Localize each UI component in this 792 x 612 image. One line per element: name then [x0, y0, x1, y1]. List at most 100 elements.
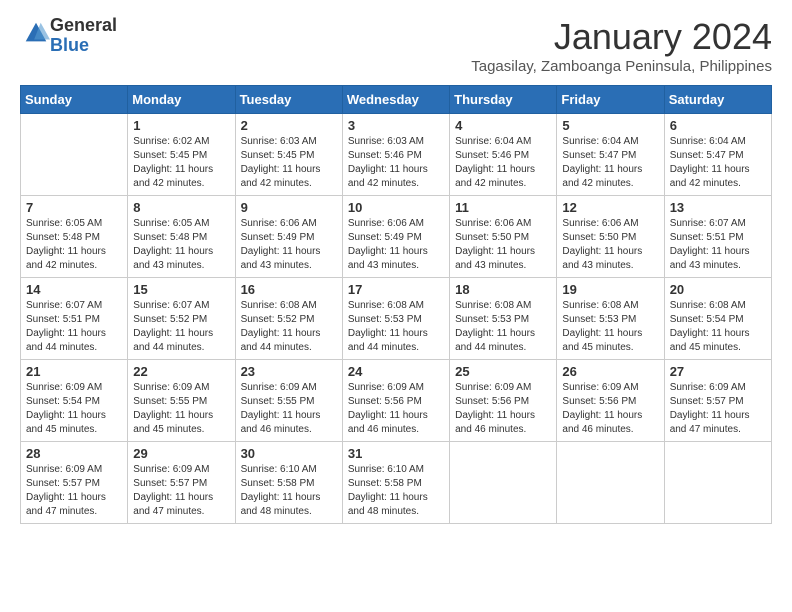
- day-number: 5: [562, 118, 658, 133]
- day-info: Sunrise: 6:09 AM Sunset: 5:56 PM Dayligh…: [455, 381, 551, 437]
- day-info: Sunrise: 6:08 AM Sunset: 5:53 PM Dayligh…: [562, 299, 658, 355]
- day-number: 1: [133, 118, 229, 133]
- calendar-cell: 17 Sunrise: 6:08 AM Sunset: 5:53 PM Dayli…: [342, 278, 449, 360]
- calendar-cell: 24 Sunrise: 6:09 AM Sunset: 5:56 PM Dayli…: [342, 360, 449, 442]
- calendar-cell: [450, 442, 557, 524]
- calendar-cell: 4 Sunrise: 6:04 AM Sunset: 5:46 PM Daylig…: [450, 114, 557, 196]
- calendar-cell: 3 Sunrise: 6:03 AM Sunset: 5:46 PM Daylig…: [342, 114, 449, 196]
- calendar-cell: 14 Sunrise: 6:07 AM Sunset: 5:51 PM Dayli…: [21, 278, 128, 360]
- page-header: General Blue January 2024 Tagasilay, Zam…: [20, 16, 772, 75]
- calendar-cell: 28Sunrise: 6:09 AM Sunset: 5:57 PM Dayli…: [21, 442, 128, 524]
- calendar-cell: 16 Sunrise: 6:08 AM Sunset: 5:52 PM Dayli…: [235, 278, 342, 360]
- calendar-cell: 25 Sunrise: 6:09 AM Sunset: 5:56 PM Dayli…: [450, 360, 557, 442]
- day-number: 4: [455, 118, 551, 133]
- weekday-header: Friday: [557, 86, 664, 114]
- calendar-cell: 6Sunrise: 6:04 AM Sunset: 5:47 PM Daylig…: [664, 114, 771, 196]
- calendar-cell: 7Sunrise: 6:05 AM Sunset: 5:48 PM Daylig…: [21, 196, 128, 278]
- day-info: Sunrise: 6:08 AM Sunset: 5:52 PM Dayligh…: [241, 299, 337, 355]
- day-number: 2: [241, 118, 337, 133]
- day-info: Sunrise: 6:06 AM Sunset: 5:50 PM Dayligh…: [562, 217, 658, 273]
- day-info: Sunrise: 6:10 AM Sunset: 5:58 PM Dayligh…: [241, 463, 337, 519]
- calendar-cell: [21, 114, 128, 196]
- calendar-cell: 29Sunrise: 6:09 AM Sunset: 5:57 PM Dayli…: [128, 442, 235, 524]
- day-number: 9: [241, 200, 337, 215]
- calendar-cell: 21 Sunrise: 6:09 AM Sunset: 5:54 PM Dayli…: [21, 360, 128, 442]
- calendar-cell: 23Sunrise: 6:09 AM Sunset: 5:55 PM Dayli…: [235, 360, 342, 442]
- day-info: Sunrise: 6:03 AM Sunset: 5:45 PM Dayligh…: [241, 135, 337, 191]
- calendar-cell: 30 Sunrise: 6:10 AM Sunset: 5:58 PM Dayli…: [235, 442, 342, 524]
- calendar-week-row: 7 Sunrise: 6:05 AM Sunset: 5:48 PM Daylig…: [21, 196, 772, 278]
- logo-general: General: [50, 15, 117, 35]
- weekday-header: Saturday: [664, 86, 771, 114]
- day-number: 19: [562, 282, 658, 297]
- calendar-cell: 13Sunrise: 6:07 AM Sunset: 5:51 PM Dayli…: [664, 196, 771, 278]
- day-info: Sunrise: 6:08 AM Sunset: 5:53 PM Dayligh…: [455, 299, 551, 355]
- day-info: Sunrise: 6:10 AM Sunset: 5:58 PM Dayligh…: [348, 463, 444, 519]
- calendar-cell: 31 Sunrise: 6:10 AM Sunset: 5:58 PM Dayli…: [342, 442, 449, 524]
- weekday-header: Thursday: [450, 86, 557, 114]
- calendar-cell: 10 Sunrise: 6:06 AM Sunset: 5:49 PM Dayli…: [342, 196, 449, 278]
- day-number: 27: [670, 364, 766, 379]
- day-number: 24: [348, 364, 444, 379]
- day-info: Sunrise: 6:02 AM Sunset: 5:45 PM Dayligh…: [133, 135, 229, 191]
- day-info: Sunrise: 6:06 AM Sunset: 5:49 PM Dayligh…: [241, 217, 337, 273]
- day-info: Sunrise: 6:03 AM Sunset: 5:46 PM Dayligh…: [348, 135, 444, 191]
- calendar-cell: 11Sunrise: 6:06 AM Sunset: 5:50 PM Dayli…: [450, 196, 557, 278]
- day-info: Sunrise: 6:09 AM Sunset: 5:57 PM Dayligh…: [26, 463, 122, 519]
- calendar-header-row: SundayMondayTuesdayWednesdayThursdayFrid…: [21, 86, 772, 114]
- day-info: Sunrise: 6:04 AM Sunset: 5:46 PM Dayligh…: [455, 135, 551, 191]
- day-info: Sunrise: 6:07 AM Sunset: 5:52 PM Dayligh…: [133, 299, 229, 355]
- day-info: Sunrise: 6:09 AM Sunset: 5:57 PM Dayligh…: [670, 381, 766, 437]
- logo: General Blue: [20, 16, 117, 56]
- day-info: Sunrise: 6:04 AM Sunset: 5:47 PM Dayligh…: [562, 135, 658, 191]
- day-number: 25: [455, 364, 551, 379]
- calendar-cell: 15Sunrise: 6:07 AM Sunset: 5:52 PM Dayli…: [128, 278, 235, 360]
- calendar-cell: 8 Sunrise: 6:05 AM Sunset: 5:48 PM Daylig…: [128, 196, 235, 278]
- logo-blue: Blue: [50, 35, 89, 55]
- day-number: 30: [241, 446, 337, 461]
- day-number: 14: [26, 282, 122, 297]
- day-info: Sunrise: 6:09 AM Sunset: 5:55 PM Dayligh…: [241, 381, 337, 437]
- day-number: 16: [241, 282, 337, 297]
- calendar-week-row: 14 Sunrise: 6:07 AM Sunset: 5:51 PM Dayli…: [21, 278, 772, 360]
- day-info: Sunrise: 6:09 AM Sunset: 5:54 PM Dayligh…: [26, 381, 122, 437]
- calendar-table: SundayMondayTuesdayWednesdayThursdayFrid…: [20, 85, 772, 524]
- calendar-cell: 9 Sunrise: 6:06 AM Sunset: 5:49 PM Daylig…: [235, 196, 342, 278]
- day-info: Sunrise: 6:08 AM Sunset: 5:53 PM Dayligh…: [348, 299, 444, 355]
- calendar-cell: 1 Sunrise: 6:02 AM Sunset: 5:45 PM Daylig…: [128, 114, 235, 196]
- calendar-week-row: 1 Sunrise: 6:02 AM Sunset: 5:45 PM Daylig…: [21, 114, 772, 196]
- day-number: 17: [348, 282, 444, 297]
- calendar-cell: [664, 442, 771, 524]
- day-number: 3: [348, 118, 444, 133]
- calendar-cell: 19 Sunrise: 6:08 AM Sunset: 5:53 PM Dayli…: [557, 278, 664, 360]
- title-block: January 2024 Tagasilay, Zamboanga Penins…: [471, 16, 772, 75]
- day-number: 29: [133, 446, 229, 461]
- weekday-header: Monday: [128, 86, 235, 114]
- calendar-cell: 27 Sunrise: 6:09 AM Sunset: 5:57 PM Dayli…: [664, 360, 771, 442]
- calendar-week-row: 21 Sunrise: 6:09 AM Sunset: 5:54 PM Dayli…: [21, 360, 772, 442]
- day-info: Sunrise: 6:07 AM Sunset: 5:51 PM Dayligh…: [26, 299, 122, 355]
- calendar-cell: 2 Sunrise: 6:03 AM Sunset: 5:45 PM Daylig…: [235, 114, 342, 196]
- day-number: 31: [348, 446, 444, 461]
- day-number: 8: [133, 200, 229, 215]
- day-info: Sunrise: 6:07 AM Sunset: 5:51 PM Dayligh…: [670, 217, 766, 273]
- day-info: Sunrise: 6:09 AM Sunset: 5:56 PM Dayligh…: [348, 381, 444, 437]
- month-title: January 2024: [471, 16, 772, 58]
- logo-icon: [22, 19, 50, 47]
- day-number: 21: [26, 364, 122, 379]
- day-info: Sunrise: 6:04 AM Sunset: 5:47 PM Dayligh…: [670, 135, 766, 191]
- day-number: 7: [26, 200, 122, 215]
- weekday-header: Wednesday: [342, 86, 449, 114]
- calendar-cell: 12Sunrise: 6:06 AM Sunset: 5:50 PM Dayli…: [557, 196, 664, 278]
- day-info: Sunrise: 6:05 AM Sunset: 5:48 PM Dayligh…: [133, 217, 229, 273]
- calendar-cell: [557, 442, 664, 524]
- day-info: Sunrise: 6:06 AM Sunset: 5:50 PM Dayligh…: [455, 217, 551, 273]
- location-title: Tagasilay, Zamboanga Peninsula, Philippi…: [471, 58, 772, 75]
- calendar-week-row: 28Sunrise: 6:09 AM Sunset: 5:57 PM Dayli…: [21, 442, 772, 524]
- day-number: 22: [133, 364, 229, 379]
- calendar-cell: 22Sunrise: 6:09 AM Sunset: 5:55 PM Dayli…: [128, 360, 235, 442]
- logo-text: General Blue: [50, 16, 117, 56]
- day-info: Sunrise: 6:06 AM Sunset: 5:49 PM Dayligh…: [348, 217, 444, 273]
- calendar-cell: 26Sunrise: 6:09 AM Sunset: 5:56 PM Dayli…: [557, 360, 664, 442]
- day-number: 10: [348, 200, 444, 215]
